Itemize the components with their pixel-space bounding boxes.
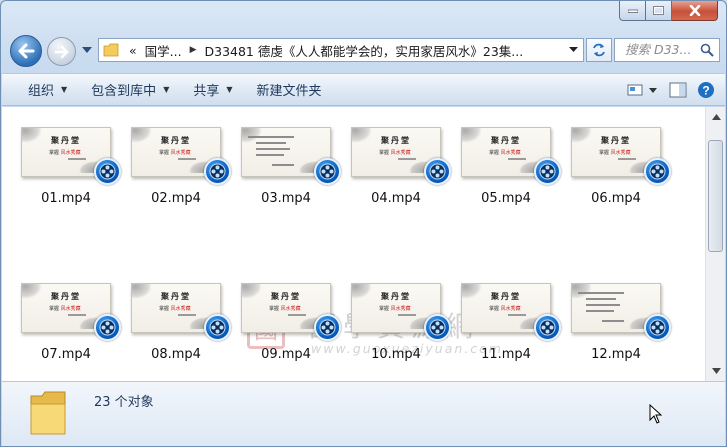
chevron-down-icon: ▼ [226, 85, 233, 94]
file-name[interactable]: 06.mp4 [561, 191, 671, 206]
new-folder-label: 新建文件夹 [256, 84, 322, 99]
address-dropdown-icon[interactable] [569, 45, 578, 54]
address-overflow[interactable]: « [129, 43, 137, 58]
file-name[interactable]: 02.mp4 [121, 191, 231, 206]
back-button[interactable] [10, 35, 42, 67]
view-options-icon[interactable] [627, 83, 659, 97]
thumbnail-lecturer: 掌握 风水秀藏 [379, 306, 411, 312]
file-list[interactable]: 國 國學資源網 www.guoxueziyuan.com 聚丹堂掌握 风水秀藏0… [2, 107, 705, 381]
organize-label: 组织 [28, 84, 55, 99]
media-player-icon [94, 158, 121, 185]
thumbnail-title: 聚丹堂 [601, 135, 631, 145]
close-button[interactable] [672, 1, 718, 21]
file-name[interactable]: 12.mp4 [561, 347, 671, 362]
chevron-down-icon: ▼ [163, 85, 170, 94]
recent-pages-icon[interactable] [82, 47, 92, 53]
search-icon[interactable] [700, 43, 714, 57]
scroll-up-icon[interactable] [709, 110, 723, 124]
folder-icon [30, 391, 66, 435]
maximize-button[interactable] [646, 1, 672, 21]
object-count: 23 个对象 [94, 395, 154, 410]
folder-icon [103, 43, 119, 57]
media-player-icon [204, 158, 231, 185]
explorer-window: « 国学... ▶ D33481 德虔《人人都能学会的，实用家居风水》23集..… [0, 0, 727, 447]
file-name[interactable]: 09.mp4 [231, 347, 341, 362]
file-name[interactable]: 05.mp4 [451, 191, 561, 206]
media-player-icon [644, 314, 671, 341]
refresh-button[interactable] [586, 38, 612, 62]
breadcrumb-segment[interactable]: D33481 德虔《人人都能学会的，实用家居风水》23集... [205, 41, 524, 60]
thumbnail-lecturer: 掌握 风水秀藏 [599, 150, 631, 156]
media-player-icon [644, 158, 671, 185]
share-menu[interactable]: 共享 ▼ [181, 80, 244, 99]
minimize-icon [627, 9, 638, 13]
media-player-icon [424, 158, 451, 185]
thumbnail-title: 聚丹堂 [491, 135, 521, 145]
command-bar: 组织 ▼ 包含到库中 ▼ 共享 ▼ 新建文件夹 ? [2, 73, 725, 106]
details-pane: 23 个对象 [2, 381, 725, 446]
thumbnail-title: 聚丹堂 [51, 135, 81, 145]
maximize-icon [653, 6, 664, 15]
thumbnail-lecturer: 掌握 风水秀藏 [269, 306, 301, 312]
file-name[interactable]: 10.mp4 [341, 347, 451, 362]
close-icon [689, 5, 700, 16]
thumbnail-title: 聚丹堂 [381, 135, 411, 145]
include-in-library-label: 包含到库中 [91, 84, 157, 99]
media-player-icon [314, 158, 341, 185]
thumbnail-title: 聚丹堂 [51, 291, 81, 301]
thumbnail-title: 聚丹堂 [381, 291, 411, 301]
scrollbar-thumb[interactable] [708, 140, 723, 252]
thumbnail-lecturer: 掌握 风水秀藏 [159, 150, 191, 156]
breadcrumb-separator-icon[interactable]: ▶ [190, 45, 197, 55]
thumbnail-lecturer: 掌握 风水秀藏 [49, 306, 81, 312]
file-name[interactable]: 04.mp4 [341, 191, 451, 206]
media-player-icon [534, 158, 561, 185]
file-name[interactable]: 07.mp4 [11, 347, 121, 362]
media-player-icon [424, 314, 451, 341]
svg-text:?: ? [702, 83, 709, 97]
thumbnail-lecturer: 掌握 风水秀藏 [49, 150, 81, 156]
address-bar[interactable]: « 国学... ▶ D33481 德虔《人人都能学会的，实用家居风水》23集..… [98, 38, 584, 62]
thumbnail-title: 聚丹堂 [271, 291, 301, 301]
thumbnail-lecturer: 掌握 风水秀藏 [159, 306, 191, 312]
organize-menu[interactable]: 组织 ▼ [2, 80, 79, 99]
caption-buttons [619, 1, 718, 21]
media-player-icon [204, 314, 231, 341]
thumbnail-lecturer: 掌握 风水秀藏 [489, 306, 521, 312]
include-in-library-menu[interactable]: 包含到库中 ▼ [79, 80, 181, 99]
arrow-left-icon [18, 43, 35, 59]
thumbnail-lecturer: 掌握 风水秀藏 [489, 150, 521, 156]
thumbnail-title: 聚丹堂 [161, 135, 191, 145]
file-name[interactable]: 01.mp4 [11, 191, 121, 206]
scroll-down-icon[interactable] [709, 364, 723, 378]
new-folder-button[interactable]: 新建文件夹 [245, 80, 334, 99]
search-placeholder: 搜索 D33... [625, 42, 692, 57]
thumbnail-title: 聚丹堂 [491, 291, 521, 301]
search-input[interactable]: 搜索 D33... [614, 38, 720, 62]
help-icon[interactable]: ? [697, 81, 715, 99]
preview-pane-icon[interactable] [669, 82, 687, 98]
file-name[interactable]: 03.mp4 [231, 191, 341, 206]
file-name[interactable]: 08.mp4 [121, 347, 231, 362]
arrow-right-icon [54, 45, 68, 58]
file-name[interactable]: 11.mp4 [451, 347, 561, 362]
media-player-icon [314, 314, 341, 341]
share-label: 共享 [193, 84, 220, 99]
thumbnail-lecturer: 掌握 风水秀藏 [379, 150, 411, 156]
minimize-button[interactable] [619, 1, 646, 21]
mouse-cursor-icon [649, 404, 663, 424]
chevron-down-icon: ▼ [61, 85, 68, 94]
forward-button[interactable] [47, 37, 76, 66]
media-player-icon [94, 314, 121, 341]
vertical-scrollbar[interactable] [705, 107, 725, 381]
refresh-icon [593, 43, 605, 57]
breadcrumb-segment[interactable]: 国学... [145, 41, 182, 60]
thumbnail-title: 聚丹堂 [161, 291, 191, 301]
media-player-icon [534, 314, 561, 341]
